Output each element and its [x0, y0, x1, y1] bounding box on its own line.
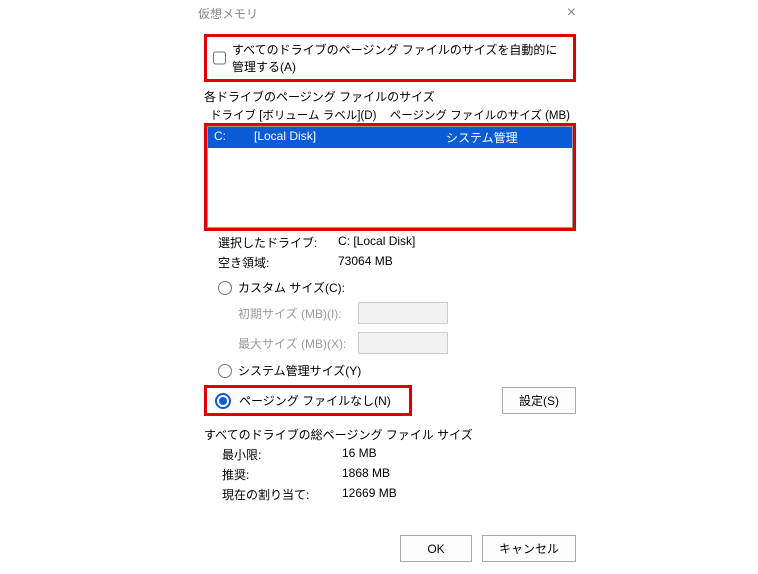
custom-size-label: カスタム サイズ(C):	[238, 279, 345, 296]
no-paging-row: ページング ファイルなし(N) 設定(S)	[204, 385, 576, 416]
cancel-button[interactable]: キャンセル	[482, 535, 576, 562]
col-drive-header: ドライブ [ボリューム ラベル](D)	[210, 107, 376, 123]
virtual-memory-dialog: 仮想メモリ × すべてのドライブのページング ファイルのサイズを自動的に管理する…	[190, 0, 590, 574]
free-space-value: 73064 MB	[338, 254, 393, 271]
free-space-label: 空き領域:	[218, 254, 338, 271]
max-size-label: 最大サイズ (MB)(X):	[238, 335, 348, 352]
close-icon[interactable]: ×	[561, 4, 582, 22]
title-bar: 仮想メモリ ×	[190, 0, 590, 26]
ok-button[interactable]: OK	[400, 535, 472, 562]
initial-size-input	[358, 302, 448, 324]
drive-paging-size: システム管理	[446, 129, 566, 146]
dialog-title: 仮想メモリ	[198, 5, 258, 22]
set-button[interactable]: 設定(S)	[502, 387, 576, 414]
totals-header: すべてのドライブの総ページング ファイル サイズ	[204, 426, 576, 443]
rec-value: 1868 MB	[342, 466, 390, 483]
no-paging-label: ページング ファイルなし(N)	[239, 392, 391, 409]
custom-size-radio-row: カスタム サイズ(C):	[218, 279, 576, 296]
per-drive-label: 各ドライブのページング ファイルのサイズ	[204, 88, 576, 105]
drive-list-highlight: C: [Local Disk] システム管理	[204, 123, 576, 231]
drive-list-headers: ドライブ [ボリューム ラベル](D) ページング ファイルのサイズ (MB)	[204, 107, 576, 123]
no-paging-highlight: ページング ファイルなし(N)	[204, 385, 412, 416]
min-label: 最小限:	[222, 446, 342, 463]
initial-size-label: 初期サイズ (MB)(I):	[238, 305, 348, 322]
drive-letter: C:	[214, 129, 254, 146]
cur-value: 12669 MB	[342, 486, 397, 503]
min-value: 16 MB	[342, 446, 377, 463]
selected-drive-row: 選択したドライブ: C: [Local Disk]	[218, 234, 576, 251]
cur-label: 現在の割り当て:	[222, 486, 342, 503]
col-size-header: ページング ファイルのサイズ (MB)	[390, 107, 570, 123]
auto-manage-highlight: すべてのドライブのページング ファイルのサイズを自動的に管理する(A)	[204, 34, 576, 82]
auto-manage-checkbox[interactable]	[213, 51, 226, 65]
system-managed-radio-row: システム管理サイズ(Y)	[218, 362, 576, 379]
system-managed-label: システム管理サイズ(Y)	[238, 362, 361, 379]
auto-manage-label: すべてのドライブのページング ファイルのサイズを自動的に管理する(A)	[232, 41, 567, 75]
system-managed-radio[interactable]	[218, 364, 232, 378]
custom-size-inputs: 初期サイズ (MB)(I): 最大サイズ (MB)(X):	[238, 302, 576, 354]
no-paging-radio[interactable]	[215, 393, 231, 409]
rec-label: 推奨:	[222, 466, 342, 483]
custom-size-radio[interactable]	[218, 281, 232, 295]
drive-volume-label: [Local Disk]	[254, 129, 446, 146]
selected-drive-label: 選択したドライブ:	[218, 234, 338, 251]
drive-list[interactable]: C: [Local Disk] システム管理	[207, 126, 573, 228]
free-space-row: 空き領域: 73064 MB	[218, 254, 576, 271]
dialog-content: すべてのドライブのページング ファイルのサイズを自動的に管理する(A) 各ドライ…	[190, 26, 590, 511]
max-size-input	[358, 332, 448, 354]
drive-list-selected-row[interactable]: C: [Local Disk] システム管理	[208, 127, 572, 148]
totals-section: すべてのドライブの総ページング ファイル サイズ 最小限: 16 MB 推奨: …	[204, 426, 576, 503]
selected-drive-value: C: [Local Disk]	[338, 234, 415, 251]
dialog-footer: OK キャンセル	[190, 523, 590, 574]
